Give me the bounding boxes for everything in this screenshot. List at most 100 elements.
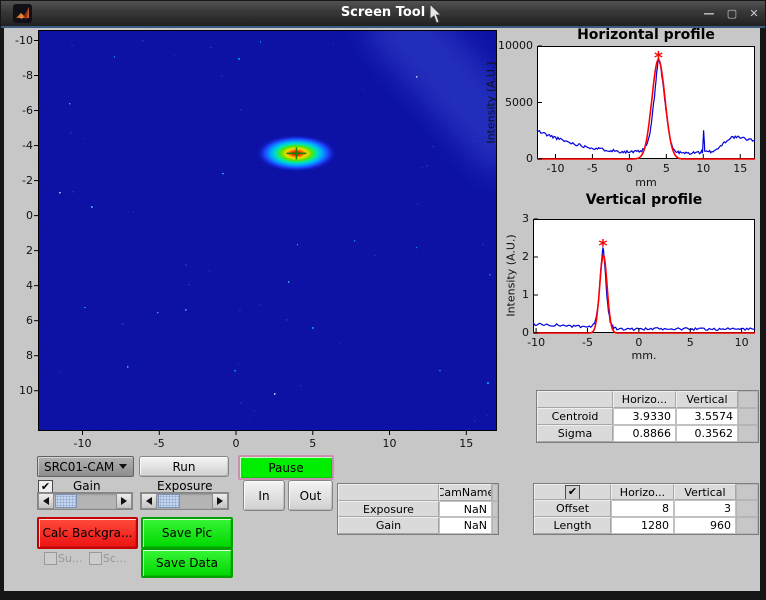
title-bar[interactable]: Screen Tool — ▢ ✕ xyxy=(1,1,765,28)
stats-rowlabel-centroid: Centroid xyxy=(537,408,613,425)
cam-gain-value[interactable]: NaN xyxy=(439,517,492,534)
scale-checkbox[interactable] xyxy=(89,552,102,565)
horizontal-profile-title: Horizontal profile xyxy=(537,27,755,43)
run-button[interactable]: Run xyxy=(139,456,229,477)
roi-filler xyxy=(736,500,758,517)
exposure-slider-thumb[interactable] xyxy=(158,494,180,508)
cam-rowlabel-exposure: Exposure xyxy=(338,501,439,517)
horizontal-profile-x-tick-label: 5 xyxy=(648,162,684,175)
roi-filler xyxy=(736,484,758,500)
vertical-profile-x-tick-label: 0 xyxy=(621,336,657,349)
camera-y-tick-label: -10 xyxy=(3,34,33,47)
camera-x-tick-label: -5 xyxy=(141,437,177,450)
cam-filler xyxy=(492,517,498,534)
horizontal-profile-chart: *-10-50510150500010000 xyxy=(537,46,755,159)
camera-x-tick-label: 0 xyxy=(218,437,254,450)
horizontal-profile-xlabel: mm xyxy=(537,176,755,189)
peak-marker: * xyxy=(598,237,607,257)
stats-table: Horizo... Vertical Centroid 3.9330 3.557… xyxy=(536,390,759,443)
close-button[interactable]: ✕ xyxy=(745,6,763,22)
cam-exposure-value[interactable]: NaN xyxy=(439,501,492,517)
mouse-cursor xyxy=(429,4,444,29)
roi-enable-checkbox[interactable]: ✔ xyxy=(565,485,580,500)
gain-slider-thumb[interactable] xyxy=(55,494,77,508)
right-arrow-icon xyxy=(121,497,127,505)
stats-header-horizontal: Horizo... xyxy=(613,391,676,408)
roi-rowlabel-offset: Offset xyxy=(534,500,611,517)
out-button[interactable]: Out xyxy=(288,480,333,511)
cam-rowlabel-gain: Gain xyxy=(338,517,439,534)
sum-checkbox-label: Su... xyxy=(58,552,82,565)
camera-x-tick-label: 10 xyxy=(372,437,408,450)
roi-rowlabel-length: Length xyxy=(534,517,611,534)
stats-header-empty xyxy=(537,391,613,408)
camera-x-tick-label: 5 xyxy=(295,437,331,450)
roi-filler xyxy=(736,517,758,534)
horizontal-profile-x-tick-label: -5 xyxy=(574,162,610,175)
sum-checkbox[interactable] xyxy=(44,552,57,565)
horizontal-profile-x-tick-label: 10 xyxy=(685,162,721,175)
camera-x-tick-label: -10 xyxy=(65,437,101,450)
exposure-slider[interactable] xyxy=(140,492,229,510)
pause-button[interactable]: Pause xyxy=(238,455,334,480)
roi-offset-vertical[interactable]: 3 xyxy=(674,500,736,517)
camera-y-tick-label: 6 xyxy=(3,314,33,327)
in-button[interactable]: In xyxy=(243,480,285,511)
camera-x-tick-label: 15 xyxy=(448,437,484,450)
roi-length-horizontal[interactable]: 1280 xyxy=(611,517,674,534)
vertical-profile-x-tick-label: 10 xyxy=(724,336,760,349)
camera-y-tick-label: 8 xyxy=(3,349,33,362)
roi-offset-horizontal[interactable]: 8 xyxy=(611,500,674,517)
cam-header-empty xyxy=(338,484,439,501)
camera-image: -10-5051015-10-8-6-4-20246810 xyxy=(38,30,497,431)
camera-select-dropdown[interactable]: SRC01-CAM xyxy=(37,456,134,477)
maximize-button[interactable]: ▢ xyxy=(723,6,741,22)
roi-length-vertical[interactable]: 960 xyxy=(674,517,736,534)
gain-slider-left-arrow[interactable] xyxy=(38,493,54,509)
gain-slider[interactable] xyxy=(37,492,133,510)
vertical-profile-x-tick-label: -5 xyxy=(569,336,605,349)
camera-y-tick-label: -4 xyxy=(3,139,33,152)
save-pic-button[interactable]: Save Pic xyxy=(141,517,233,549)
camera-y-tick-label: 2 xyxy=(3,244,33,257)
camera-y-tick-label: -2 xyxy=(3,174,33,187)
roi-header-vertical: Vertical xyxy=(674,484,736,500)
vertical-profile-x-tick-label: 5 xyxy=(672,336,708,349)
horizontal-profile-ylabel: Intensity (A.U.) xyxy=(485,48,498,158)
gain-slider-right-arrow[interactable] xyxy=(116,493,132,509)
roi-header-checkbox-cell: ✔ xyxy=(534,484,611,500)
stats-header-vertical: Vertical xyxy=(676,391,738,408)
app-window: Screen Tool — ▢ ✕ -10-5051015-10-8-6-4-2… xyxy=(0,0,766,600)
minimize-button[interactable]: — xyxy=(700,6,718,22)
exposure-label: Exposure xyxy=(157,479,213,493)
stats-filler xyxy=(738,391,758,408)
save-data-button[interactable]: Save Data xyxy=(141,548,233,578)
left-arrow-icon xyxy=(146,497,152,505)
camera-image-svg xyxy=(38,30,497,431)
camera-y-tick-label: -6 xyxy=(3,104,33,117)
cam-filler xyxy=(492,484,498,501)
camera-y-tick-label: 0 xyxy=(3,209,33,222)
stats-sigma-vertical: 0.3562 xyxy=(676,425,738,442)
cam-params-table: CamName Exposure NaN Gain NaN xyxy=(337,483,499,535)
window-title: Screen Tool xyxy=(1,5,765,20)
exposure-slider-right-arrow[interactable] xyxy=(212,493,228,509)
left-arrow-icon xyxy=(43,497,49,505)
gain-label: Gain xyxy=(73,479,101,493)
camera-y-tick-label: -8 xyxy=(3,69,33,82)
camera-select-value: SRC01-CAM xyxy=(44,460,114,474)
vertical-profile-chart: *-10-505100123 xyxy=(533,219,755,333)
vertical-profile-ylabel: Intensity (A.U.) xyxy=(505,221,518,331)
roi-header-horizontal: Horizo... xyxy=(611,484,674,500)
exposure-slider-left-arrow[interactable] xyxy=(141,493,157,509)
horizontal-profile-x-tick-label: -10 xyxy=(537,162,573,175)
calc-background-button[interactable]: Calc Backgra... xyxy=(37,517,138,549)
camera-y-tick-label: 10 xyxy=(3,384,33,397)
right-arrow-icon xyxy=(217,497,223,505)
cam-filler xyxy=(492,501,498,517)
horizontal-profile-x-tick-label: 15 xyxy=(722,162,758,175)
stats-centroid-vertical: 3.5574 xyxy=(676,408,738,425)
horizontal-profile-x-tick-label: 0 xyxy=(611,162,647,175)
roi-table: ✔ Horizo... Vertical Offset 8 3 Length 1… xyxy=(533,483,759,535)
stats-sigma-horizontal: 0.8866 xyxy=(613,425,676,442)
